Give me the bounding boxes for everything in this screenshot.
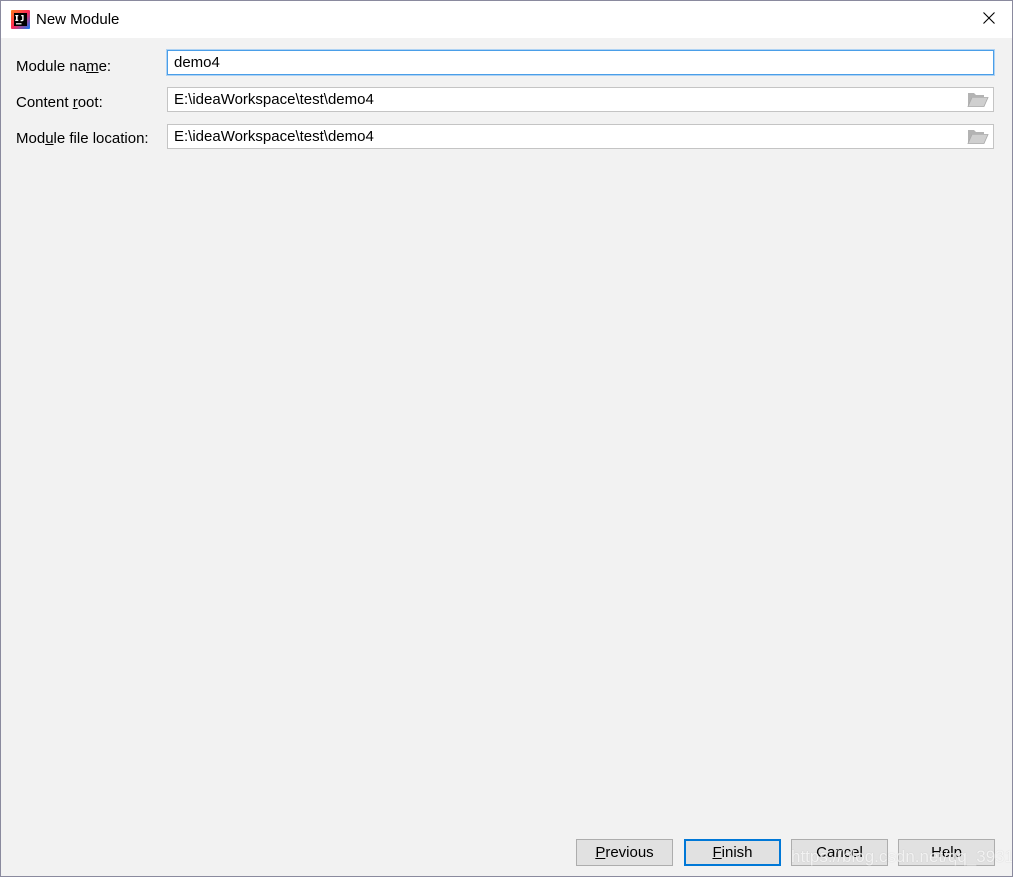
window-title: New Module [36, 11, 120, 28]
help-button[interactable]: Help [898, 839, 995, 866]
title-bar: New Module [1, 1, 1012, 38]
close-button[interactable] [966, 1, 1012, 38]
folder-open-icon[interactable] [967, 128, 989, 145]
module-name-field[interactable] [167, 50, 994, 75]
content-root-input[interactable] [174, 88, 954, 111]
folder-open-icon[interactable] [967, 91, 989, 108]
content-root-field[interactable] [167, 87, 994, 112]
module-file-location-label: Module file location: [16, 130, 149, 147]
intellij-idea-icon [11, 10, 30, 29]
finish-button[interactable]: Finish [684, 839, 781, 866]
previous-button[interactable]: Previous [576, 839, 673, 866]
module-file-location-input[interactable] [174, 125, 954, 148]
module-file-location-field[interactable] [167, 124, 994, 149]
cancel-button[interactable]: Cancel [791, 839, 888, 866]
module-name-input[interactable] [174, 51, 954, 74]
module-name-label: Module name: [16, 58, 112, 75]
content-root-label: Content root: [16, 94, 103, 111]
close-icon [983, 11, 995, 29]
new-module-dialog: New Module Module name: Content root: Mo… [0, 0, 1013, 877]
